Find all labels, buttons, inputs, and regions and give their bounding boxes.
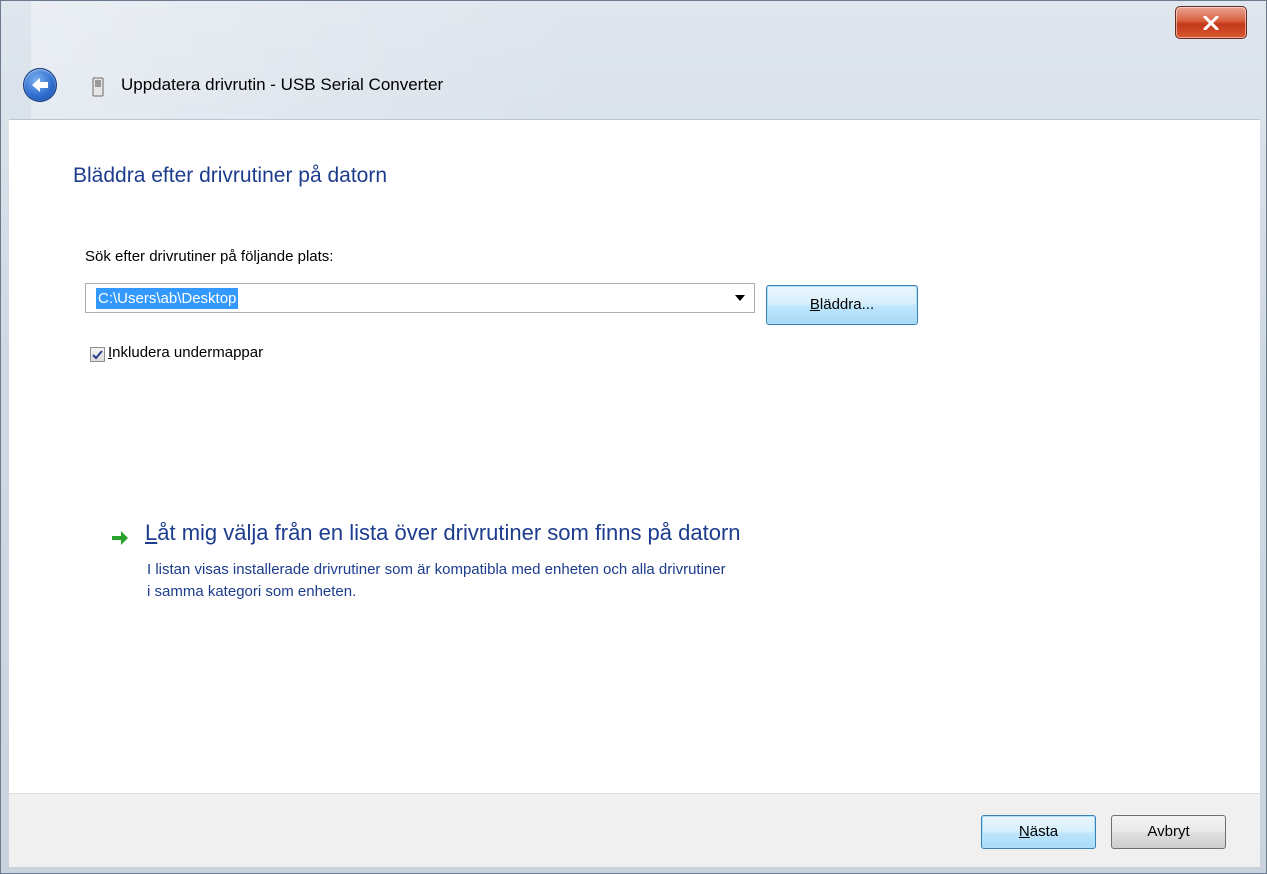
search-location-label: Sök efter drivrutiner på följande plats: xyxy=(85,248,334,265)
back-button[interactable] xyxy=(23,68,57,102)
next-button[interactable]: Nästa xyxy=(981,815,1096,849)
next-label: ästa xyxy=(1029,823,1059,840)
dialog-footer: Nästa Avbryt xyxy=(9,793,1260,867)
next-accel: N xyxy=(1018,823,1030,840)
chevron-down-icon xyxy=(735,295,745,301)
choose-from-list-link[interactable]: Låt mig välja från en lista över drivrut… xyxy=(145,520,741,546)
option-description: I listan visas installerade drivrutiner … xyxy=(147,559,967,603)
cancel-button[interactable]: Avbryt xyxy=(1111,815,1226,849)
checkmark-icon xyxy=(92,349,103,359)
dialog-window: Uppdatera drivrutin - USB Serial Convert… xyxy=(0,0,1267,874)
option-accel: L xyxy=(145,520,158,545)
window-title: Uppdatera drivrutin - USB Serial Convert… xyxy=(121,75,444,94)
include-subfolders-checkbox[interactable] xyxy=(90,347,105,362)
option-desc-line-2: i samma kategori som enheten. xyxy=(147,583,357,600)
usb-device-icon xyxy=(92,77,104,97)
browse-accel: B xyxy=(809,296,820,313)
page-heading: Bläddra efter drivrutiner på datorn xyxy=(73,164,388,187)
browse-label: läddra... xyxy=(819,296,875,313)
close-icon xyxy=(1203,15,1219,30)
content-area: Bläddra efter drivrutiner på datorn Sök … xyxy=(9,119,1260,793)
option-link-text: åt mig välja från en lista över drivruti… xyxy=(157,520,741,545)
close-button[interactable] xyxy=(1175,6,1247,39)
include-label-text: nkludera undermappar xyxy=(112,344,264,361)
path-combobox[interactable]: C:\Users\ab\Desktop xyxy=(85,283,755,313)
browse-button[interactable]: Bläddra... xyxy=(766,285,918,325)
glass-background xyxy=(31,1,591,121)
back-arrow-icon xyxy=(32,78,48,92)
path-dropdown-button[interactable] xyxy=(726,284,754,312)
path-value: C:\Users\ab\Desktop xyxy=(96,288,239,309)
option-desc-line-1: I listan visas installerade drivrutiner … xyxy=(147,561,726,578)
include-subfolders-label[interactable]: Inkludera undermappar xyxy=(108,344,263,361)
green-arrow-icon xyxy=(112,531,128,545)
